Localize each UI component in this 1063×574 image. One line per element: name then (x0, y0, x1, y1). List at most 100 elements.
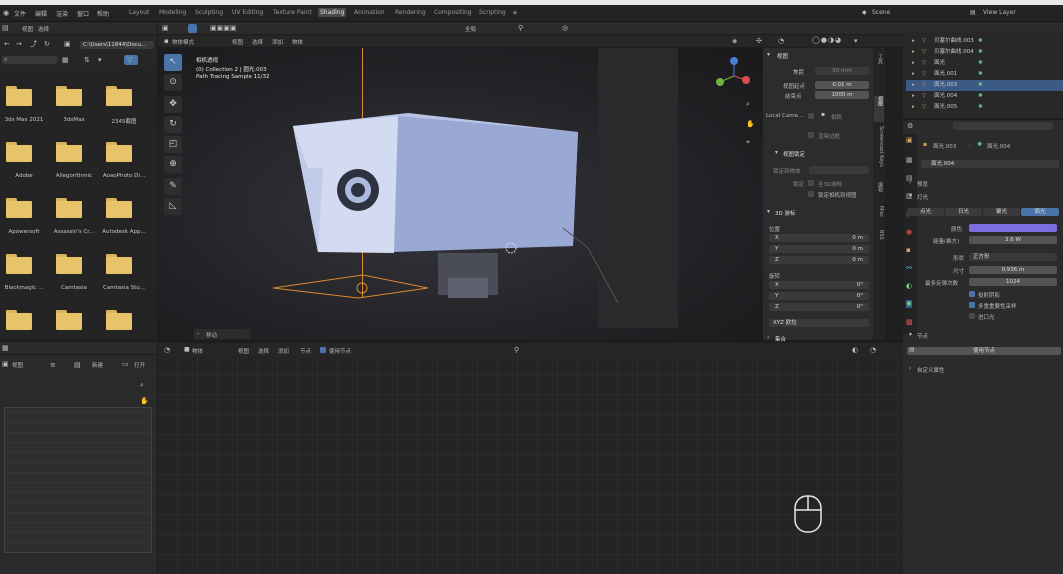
image-mode-icon[interactable]: ▣ (2, 360, 9, 368)
menu-edit[interactable]: 编辑 (35, 9, 47, 18)
editor-type-icon[interactable]: ▤ (2, 24, 9, 32)
expand-arrow-icon[interactable]: ▸ (912, 58, 915, 69)
proportional-edit-icon[interactable]: ◎ (562, 24, 568, 32)
select-tool[interactable]: ↖ (164, 54, 182, 71)
sidebar-tab-screencast[interactable]: Screencast Keys (874, 126, 884, 176)
folder-icon[interactable] (106, 86, 132, 106)
shape-select[interactable]: 正方形 (969, 253, 1057, 261)
file-browser-menu-view[interactable]: 视图 (22, 25, 33, 33)
node-editor-canvas[interactable] (158, 357, 903, 574)
folder-icon[interactable] (106, 198, 132, 218)
pan-view-icon[interactable]: ✋ (746, 120, 755, 128)
rotate-tool[interactable]: ↻ (164, 116, 182, 133)
sidebar-tab-tool[interactable]: 工具 (874, 54, 884, 80)
viewport-menu-view[interactable]: 视图 (232, 38, 243, 46)
folder-icon[interactable] (106, 142, 132, 162)
shading-options-icon[interactable]: ▾ (854, 37, 858, 45)
operator-panel[interactable]: › 移动 (194, 329, 250, 339)
light-type-area[interactable]: 面光 (1021, 208, 1059, 216)
texture-tab-icon[interactable]: ▩ (906, 318, 913, 326)
clip-end-field[interactable]: 1000 m (815, 91, 869, 99)
cursor-tool[interactable]: ⊙ (164, 74, 182, 91)
collections-expand-icon[interactable]: › (767, 334, 769, 342)
image-canvas-grid[interactable] (4, 407, 152, 553)
image-editor-type-icon[interactable]: ▦ (2, 344, 9, 352)
render-tab-icon[interactable]: ▦ (906, 156, 913, 164)
new-image-button[interactable]: 新建 (92, 361, 103, 369)
display-mode-icon[interactable]: ▦ (62, 56, 69, 64)
file-item-name[interactable]: Apowersoft (0, 229, 48, 235)
outliner-row[interactable]: ▸ ▽ 面光.005 ✺ (906, 102, 1063, 113)
expand-arrow-icon[interactable]: ▸ (912, 36, 915, 47)
tab-uv-editing[interactable]: UV Editing (230, 8, 265, 17)
sort-icon[interactable]: ⇅ (84, 56, 90, 64)
panel-expand-icon[interactable]: ▾ (767, 51, 770, 59)
folder-icon[interactable] (106, 310, 132, 330)
expand-arrow-icon[interactable]: ▸ (912, 91, 915, 102)
file-item-name[interactable]: Camtasia (50, 285, 98, 291)
view-lock-expand-icon[interactable]: ▾ (775, 149, 778, 157)
open-folder-icon[interactable]: ▭ (122, 360, 129, 368)
properties-editor-icon[interactable]: ⚙ (907, 122, 913, 130)
cast-shadow-checkbox[interactable] (969, 291, 975, 297)
scale-tool[interactable]: ◰ (164, 136, 182, 153)
light-type-spot[interactable]: 聚光 (983, 208, 1020, 216)
viewport-menu-select[interactable]: 选择 (252, 38, 263, 46)
light-expand-icon[interactable]: ▾ (909, 192, 912, 200)
tab-scripting[interactable]: Scripting (477, 8, 508, 17)
folder-icon[interactable] (56, 86, 82, 106)
cursor-rot-y[interactable]: Y 0° (769, 292, 869, 300)
tab-sculpting[interactable]: Sculpting (193, 8, 225, 17)
file-item-name[interactable]: Camtasia Stu... (100, 285, 148, 291)
lock-camera-checkbox[interactable] (808, 191, 814, 197)
properties-search[interactable] (953, 122, 1053, 130)
expand-arrow-icon[interactable]: ▸ (912, 80, 915, 91)
file-item-name[interactable]: 3ds Max 2021 (0, 117, 48, 123)
local-camera-checkbox[interactable] (808, 113, 814, 119)
max-bounces-field[interactable]: 1024 (969, 278, 1057, 286)
move-tool[interactable]: ✥ (164, 96, 182, 113)
expand-arrow-icon[interactable]: ▸ (912, 47, 915, 58)
folder-icon[interactable] (6, 198, 32, 218)
size-field[interactable]: 0.936 m (969, 266, 1057, 274)
transform-tool[interactable]: ⊕ (164, 156, 182, 173)
outliner-row[interactable]: ▸ ▽ 面光.004 ✺ (906, 91, 1063, 102)
dropdown-icon[interactable]: ▾ (98, 56, 102, 64)
view-layer-name[interactable]: View Layer (983, 9, 1016, 16)
pin-icon[interactable]: ⚲ (514, 346, 519, 354)
transform-orientation[interactable]: 全局 (465, 25, 476, 33)
outliner-row[interactable]: ▸ ▽ 面光.003 ✺ (906, 80, 1063, 91)
breadcrumb-object[interactable]: 面光.003 (933, 142, 956, 150)
outliner-row[interactable]: ▸ ▽ 贝塞尔曲线.004 ✺ (906, 47, 1063, 58)
view-lock-title[interactable]: 视图锁定 (783, 150, 805, 158)
cursor-loc-y[interactable]: Y0 m (769, 245, 869, 253)
node-snap-icon[interactable]: ◐ (852, 346, 858, 354)
power-field[interactable]: 3.6 W (969, 236, 1057, 244)
select-tool-button[interactable] (188, 24, 197, 33)
camera-view-icon[interactable]: ⌖ (746, 138, 750, 146)
node-overlay-icon[interactable]: ◔ (870, 346, 876, 354)
custom-props-expand-icon[interactable]: › (909, 365, 911, 373)
back-icon[interactable]: ← (4, 40, 10, 48)
cursor-rot-z[interactable]: Z 0° (769, 303, 869, 311)
expand-arrow-icon[interactable]: ▸ (912, 69, 915, 80)
image-browse-icon[interactable]: ▤ (74, 361, 81, 369)
light-data-tab-icon[interactable]: ✺ (906, 300, 912, 308)
light-data-block[interactable]: 面光.004 (921, 160, 1059, 168)
expand-arrow-icon[interactable]: ▸ (912, 102, 915, 113)
menu-lines-icon[interactable]: ≡ (50, 361, 56, 369)
folder-icon[interactable] (56, 198, 82, 218)
node-menu-node[interactable]: 节点 (300, 347, 311, 355)
clip-start-field[interactable]: 0.01 m (815, 81, 869, 89)
folder-icon[interactable] (106, 254, 132, 274)
file-item-name[interactable]: Autodesk App... (100, 229, 148, 235)
annotate-tool[interactable]: ✎ (164, 178, 182, 195)
tab-modeling[interactable]: Modeling (157, 8, 188, 17)
node-menu-add[interactable]: 添加 (278, 347, 289, 355)
preview-panel-title[interactable]: 预览 (917, 180, 928, 188)
lock-object-field[interactable] (809, 166, 869, 174)
blender-logo-icon[interactable]: ◉ (3, 9, 9, 17)
sidebar-tab-view[interactable]: 视图 (874, 96, 884, 122)
node-menu-view[interactable]: 视图 (238, 347, 249, 355)
nodes-expand-icon[interactable]: ▾ (909, 331, 912, 339)
